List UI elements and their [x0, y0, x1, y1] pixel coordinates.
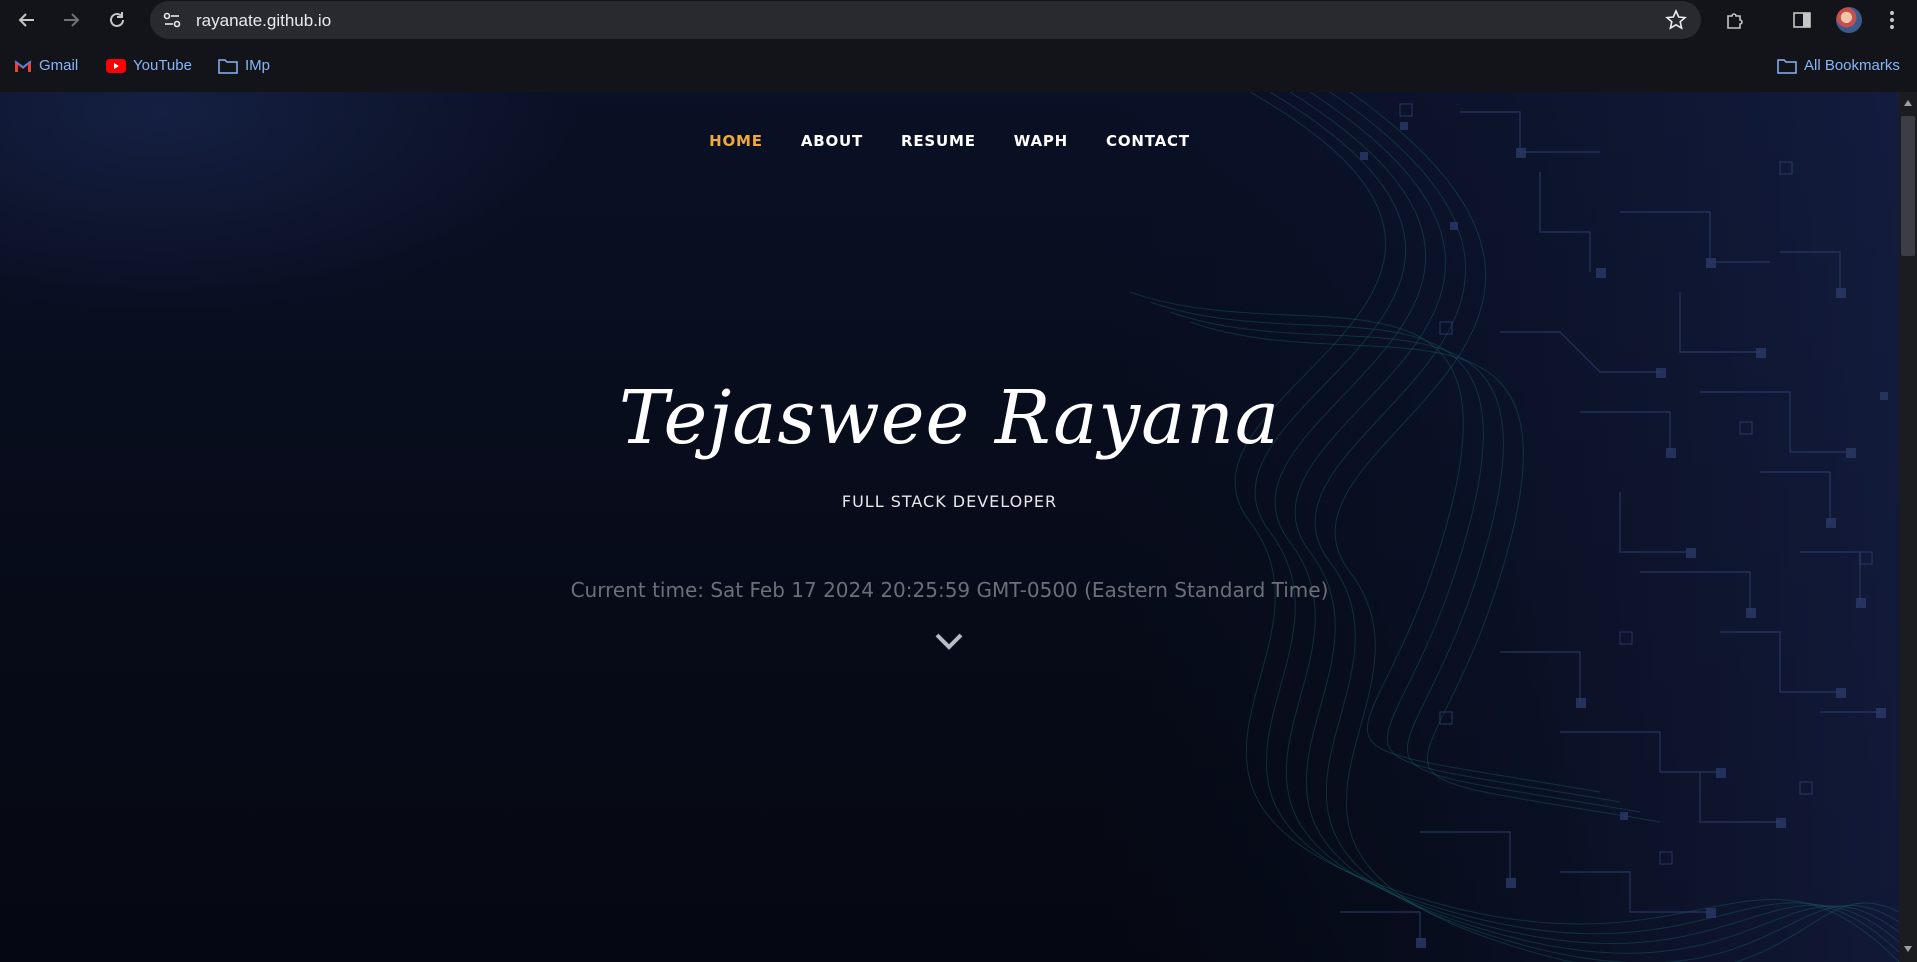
nav-waph[interactable]: WAPH	[1014, 132, 1068, 150]
bookmark-gmail[interactable]: Gmail	[14, 57, 78, 74]
site-nav: HOME ABOUT RESUME WAPH CONTACT	[0, 132, 1899, 150]
address-bar[interactable]: rayanate.github.io	[150, 1, 1701, 39]
youtube-icon	[106, 58, 126, 73]
hero-name: Tejaswee Rayana	[618, 375, 1281, 461]
nav-home[interactable]: HOME	[709, 132, 763, 150]
web-page: HOME ABOUT RESUME WAPH CONTACT Tejaswee …	[0, 92, 1899, 962]
side-panel-icon	[1793, 12, 1811, 28]
folder-icon	[1777, 58, 1797, 74]
nav-contact[interactable]: CONTACT	[1106, 132, 1190, 150]
bookmarks-bar: Gmail YouTube IMp All Bookmarks	[0, 40, 1917, 92]
chrome-menu-button[interactable]	[1880, 8, 1904, 32]
reload-icon	[110, 12, 124, 27]
forward-button[interactable]	[57, 6, 85, 34]
folder-icon	[218, 58, 238, 74]
bookmark-label: IMp	[245, 57, 271, 74]
reload-button[interactable]	[103, 6, 131, 34]
bookmark-folder-imp[interactable]: IMp	[218, 57, 270, 74]
chevron-down-icon[interactable]	[933, 629, 965, 653]
scroll-up-icon[interactable]	[1903, 98, 1913, 108]
browser-toolbar: rayanate.github.io	[0, 0, 1917, 40]
bookmark-youtube[interactable]: YouTube	[106, 57, 192, 74]
bookmark-star-icon[interactable]	[1665, 9, 1687, 31]
url-text[interactable]: rayanate.github.io	[196, 11, 331, 31]
hero-subtitle: FULL STACK DEVELOPER	[841, 492, 1058, 511]
scroll-down-icon[interactable]	[1903, 944, 1913, 954]
scroll-thumb[interactable]	[1901, 116, 1915, 256]
bookmark-label: Gmail	[39, 57, 79, 74]
extensions-button[interactable]	[1723, 8, 1747, 32]
site-info-icon[interactable]	[162, 10, 182, 30]
back-arrow-icon	[18, 13, 34, 27]
side-panel-button[interactable]	[1790, 8, 1814, 32]
all-bookmarks[interactable]: All Bookmarks	[1777, 57, 1900, 74]
forward-arrow-icon	[64, 13, 80, 27]
gmail-icon	[14, 59, 32, 72]
all-bookmarks-label: All Bookmarks	[1804, 57, 1900, 74]
nav-resume[interactable]: RESUME	[901, 132, 976, 150]
back-button[interactable]	[13, 6, 41, 34]
profile-avatar[interactable]	[1836, 7, 1862, 33]
bookmark-label: YouTube	[133, 57, 192, 74]
circuit-background	[1100, 92, 1899, 962]
puzzle-icon	[1727, 13, 1743, 29]
more-vertical-icon	[1890, 11, 1894, 29]
page-scrollbar[interactable]	[1899, 92, 1917, 962]
nav-about[interactable]: ABOUT	[801, 132, 863, 150]
current-time: Current time: Sat Feb 17 2024 20:25:59 G…	[570, 578, 1329, 602]
